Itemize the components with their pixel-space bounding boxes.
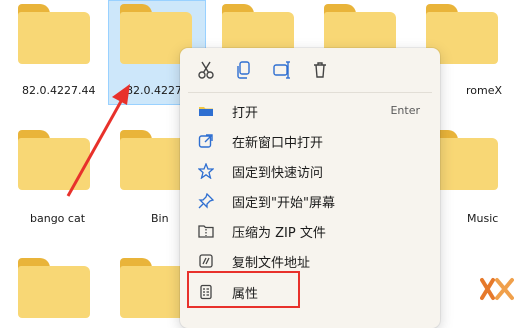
- menu-divider: [188, 92, 432, 93]
- copy-path-icon: [199, 254, 213, 268]
- rename-icon[interactable]: [272, 60, 292, 80]
- folder-icon: [199, 107, 213, 116]
- menu-item-label: 压缩为 ZIP 文件: [232, 226, 326, 241]
- menu-item-label: 固定到快速访问: [232, 166, 324, 181]
- properties-highlight-box: [187, 271, 300, 308]
- copy-icon[interactable]: [234, 60, 254, 80]
- menu-item-label: 复制文件地址: [232, 256, 311, 271]
- menu-item-label: 打开: [232, 106, 259, 121]
- zip-icon: [198, 225, 214, 238]
- context-menu-toolbar: [180, 48, 440, 92]
- menu-item-open-new-window[interactable]: 在新窗口中打开: [188, 126, 432, 156]
- menu-item-shortcut: Enter: [390, 104, 420, 117]
- menu-item-label: 固定到"开始"屏幕: [232, 196, 335, 211]
- pin-icon: [198, 193, 214, 209]
- menu-item-open[interactable]: 打开 Enter: [188, 96, 432, 126]
- cut-icon[interactable]: [196, 60, 216, 80]
- menu-item-compress-zip[interactable]: 压缩为 ZIP 文件: [188, 216, 432, 246]
- star-icon: [198, 163, 214, 179]
- open-new-window-icon: [198, 134, 213, 148]
- menu-item-pin-quick-access[interactable]: 固定到快速访问: [188, 156, 432, 186]
- menu-item-label: 在新窗口中打开: [232, 136, 324, 151]
- menu-item-pin-start[interactable]: 固定到"开始"屏幕: [188, 186, 432, 216]
- watermark-logo: [480, 278, 514, 300]
- delete-icon[interactable]: [310, 60, 330, 80]
